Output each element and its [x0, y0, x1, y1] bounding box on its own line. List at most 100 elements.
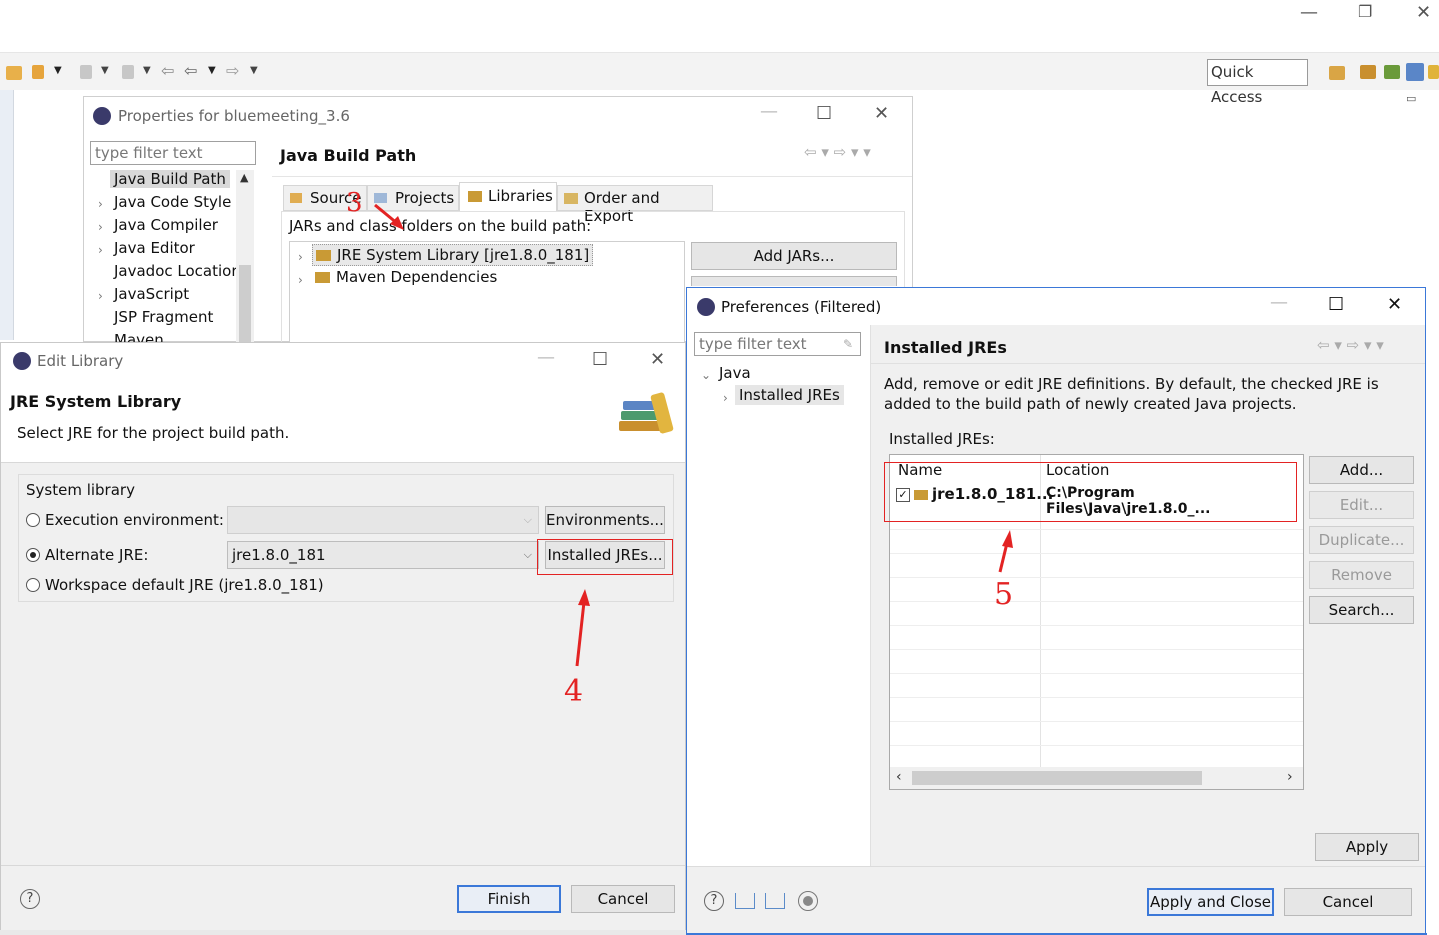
maximize-button[interactable]: ☐	[816, 103, 832, 124]
filter-input[interactable]: type filter text	[90, 141, 256, 165]
library-item-maven[interactable]: Maven Dependencies	[312, 267, 497, 289]
chevron-down-icon[interactable]: ▼	[143, 65, 151, 76]
exec-env-combo[interactable]: ⌵	[227, 506, 539, 534]
expand-icon[interactable]: ›	[98, 243, 103, 257]
back-nav-icon[interactable]: ⇦ ▾ ⇨ ▾ ▾	[804, 143, 871, 161]
minimize-button[interactable]: —	[537, 347, 555, 368]
nav-item-java-build-path[interactable]: Java Build Path	[110, 170, 230, 188]
window-minimize-button[interactable]: —	[1300, 2, 1318, 23]
scroll-thumb[interactable]	[239, 265, 251, 342]
workspace-default-radio[interactable]	[26, 578, 40, 592]
history-nav-icon[interactable]: ⇦ ▾ ⇨ ▾ ▾	[1317, 336, 1384, 354]
expand-icon[interactable]: ›	[298, 273, 303, 287]
exec-env-radio[interactable]	[26, 513, 40, 527]
nav-item-maven[interactable]: Maven	[114, 331, 164, 342]
chevron-down-icon[interactable]: ▼	[54, 65, 62, 76]
collapse-icon[interactable]: ⌄	[701, 368, 711, 382]
import-icon[interactable]	[735, 893, 755, 909]
cancel-button[interactable]: Cancel	[1284, 888, 1412, 916]
library-label: JRE System Library [jre1.8.0_181]	[337, 246, 590, 264]
workspace-default-label: Workspace default JRE (jre1.8.0_181)	[45, 576, 324, 594]
expand-icon[interactable]: ›	[98, 289, 103, 303]
alternate-jre-radio[interactable]	[26, 548, 40, 562]
tab-libraries[interactable]: Libraries	[459, 182, 557, 212]
tree-item-installed-jres[interactable]: Installed JREs	[735, 385, 844, 405]
expand-icon[interactable]: ›	[98, 197, 103, 211]
tab-order-export[interactable]: Order and Export	[557, 185, 713, 225]
minimize-button[interactable]: —	[760, 101, 778, 122]
duplicate-button[interactable]: Duplicate...	[1309, 526, 1414, 554]
svn-perspective-icon[interactable]	[1428, 65, 1439, 79]
java-ee-perspective-icon[interactable]	[1360, 65, 1376, 79]
nav-item-java-compiler[interactable]: Java Compiler	[114, 216, 218, 234]
search-button[interactable]: Search...	[1309, 596, 1414, 624]
scroll-right-icon[interactable]: ›	[1287, 769, 1293, 785]
cancel-button[interactable]: Cancel	[571, 885, 675, 913]
finish-button[interactable]: Finish	[457, 885, 561, 913]
forward-icon[interactable]: ⇨	[226, 61, 239, 80]
tree-item-java[interactable]: Java	[719, 364, 751, 382]
scroll-thumb[interactable]	[912, 771, 1202, 785]
nav-item-javadoc-location[interactable]: Javadoc Locatior	[114, 262, 238, 280]
back-icon[interactable]: ⇦	[184, 61, 197, 80]
combo-value: jre1.8.0_181	[232, 546, 326, 564]
scroll-up-icon[interactable]: ▲	[240, 171, 248, 184]
nav-item-java-code-style[interactable]: Java Code Style	[114, 193, 231, 211]
maximize-button[interactable]: ☐	[1328, 294, 1344, 315]
minimize-button[interactable]: —	[1270, 292, 1288, 313]
maximize-button[interactable]: ☐	[592, 349, 608, 370]
left-view-strip	[0, 90, 14, 340]
quick-access-field[interactable]: Quick Access	[1207, 59, 1308, 106]
chevron-down-icon[interactable]: ▼	[250, 65, 258, 76]
view-minimize-icon[interactable]: ▭	[1406, 92, 1416, 105]
close-button[interactable]: ✕	[874, 103, 889, 124]
window-close-button[interactable]: ✕	[1416, 2, 1431, 23]
chevron-down-icon[interactable]: ▼	[101, 65, 109, 76]
next-annotation-icon[interactable]	[80, 65, 92, 79]
java-perspective-icon[interactable]	[1406, 63, 1424, 81]
new-wizard-icon[interactable]	[32, 65, 44, 79]
expand-icon[interactable]: ›	[298, 250, 303, 264]
last-edit-icon[interactable]: ⇦	[161, 61, 174, 80]
scroll-left-icon[interactable]: ‹	[896, 769, 902, 785]
page-heading: Java Build Path	[280, 146, 417, 165]
nav-item-jsp-fragment[interactable]: JSP Fragment	[114, 308, 213, 326]
help-icon[interactable]: ?	[704, 891, 724, 911]
nav-scrollbar[interactable]: ▲	[236, 170, 254, 342]
record-icon[interactable]	[798, 891, 818, 911]
apply-and-close-button[interactable]: Apply and Close	[1147, 888, 1274, 916]
library-icon	[315, 272, 330, 283]
library-tree[interactable]: › JRE System Library [jre1.8.0_181] › Ma…	[289, 241, 685, 342]
add-button[interactable]: Add...	[1309, 456, 1414, 484]
prev-annotation-icon[interactable]	[122, 65, 134, 79]
row-line	[890, 577, 1303, 578]
alternate-jre-combo[interactable]: jre1.8.0_181 ⌵	[227, 541, 539, 569]
window-restore-button[interactable]: ❐	[1358, 2, 1372, 21]
chevron-down-icon[interactable]: ▼	[208, 65, 216, 76]
jars-label: JARs and class folders on the build path…	[289, 217, 592, 235]
add-external-jars-button[interactable]	[691, 276, 897, 286]
open-perspective-icon[interactable]	[1329, 66, 1345, 80]
filter-input[interactable]: type filter text	[694, 332, 861, 356]
tab-projects[interactable]: Projects	[367, 185, 459, 211]
environments-button[interactable]: Environments...	[545, 506, 665, 534]
close-button[interactable]: ✕	[650, 349, 665, 370]
library-label: Maven Dependencies	[336, 268, 498, 286]
add-jars-button[interactable]: Add JARs...	[691, 242, 897, 270]
library-item-jre[interactable]: JRE System Library [jre1.8.0_181]	[312, 244, 594, 266]
expand-icon[interactable]: ›	[98, 220, 103, 234]
export-icon[interactable]	[765, 893, 785, 909]
close-button[interactable]: ✕	[1387, 294, 1402, 315]
apply-button[interactable]: Apply	[1315, 833, 1419, 861]
edit-button[interactable]: Edit...	[1309, 491, 1414, 519]
tab-label: Projects	[395, 189, 455, 207]
nav-item-java-editor[interactable]: Java Editor	[114, 239, 195, 257]
open-folder-icon[interactable]	[6, 66, 22, 80]
horizontal-scrollbar[interactable]: ‹ ›	[890, 767, 1303, 789]
remove-button[interactable]: Remove	[1309, 561, 1414, 589]
help-icon[interactable]: ?	[20, 889, 40, 909]
expand-icon[interactable]: ›	[723, 391, 728, 405]
debug-perspective-icon[interactable]	[1384, 65, 1400, 79]
nav-item-javascript[interactable]: JavaScript	[114, 285, 189, 303]
clear-filter-icon[interactable]: ✎	[843, 337, 853, 351]
